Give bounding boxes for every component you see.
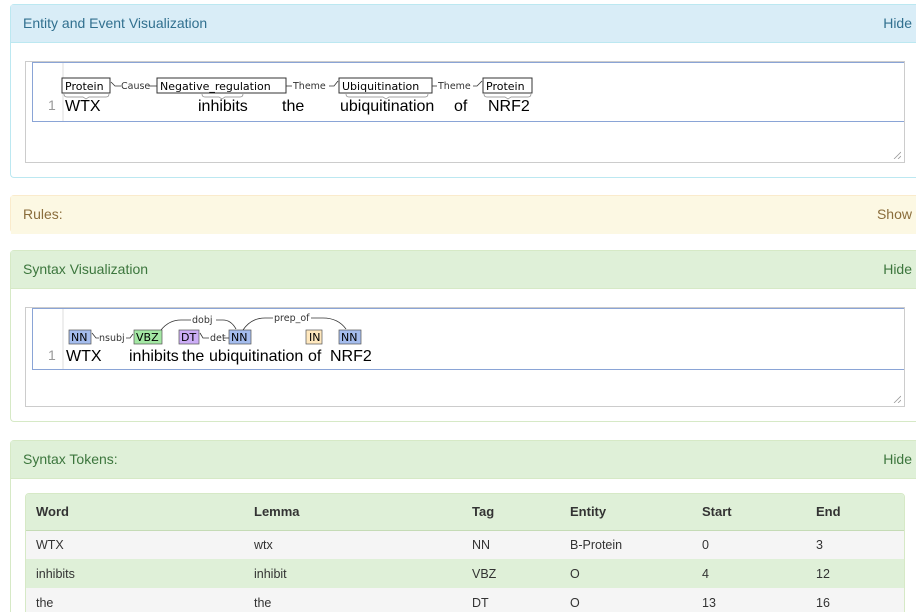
tokens-panel-title: Syntax Tokens: xyxy=(23,451,118,467)
tokens-panel-heading: Syntax Tokens: Hide xyxy=(11,441,916,479)
cell-lemma: wtx xyxy=(244,530,462,559)
entity-arc-cause-label[interactable]: Cause xyxy=(121,81,150,92)
tokens-table-header-row: Word Lemma Tag Entity Start End xyxy=(26,494,904,531)
tokens-table: Word Lemma Tag Entity Start End WTX wtx … xyxy=(26,494,904,612)
tag-label-in[interactable]: IN xyxy=(309,331,320,344)
entity-arc-theme-2-label[interactable]: Theme xyxy=(437,81,471,92)
entity-label-ubiquitination[interactable]: Ubiquitination xyxy=(342,80,419,93)
cell-word: the xyxy=(26,588,244,612)
cell-tag: DT xyxy=(462,588,560,612)
syntax-arc-dobj-right xyxy=(216,319,237,330)
syntax-resize-grip[interactable] xyxy=(893,395,901,403)
cell-start: 0 xyxy=(692,530,806,559)
cell-start: 4 xyxy=(692,559,806,588)
column-header-start[interactable]: Start xyxy=(692,494,806,531)
cell-entity: O xyxy=(560,559,692,588)
entity-brat-svg: 1 Protein Negative_regulation Ubiquitina… xyxy=(48,63,533,121)
syntax-brat-svg: 1 NN VBZ DT NN IN NN nsubj dobj det prep… xyxy=(48,309,372,369)
syntax-visualization-frame: 1 NN VBZ DT NN IN NN nsubj dobj det prep… xyxy=(32,308,904,370)
syntax-arc-nsubj-label[interactable]: nsubj xyxy=(99,333,125,344)
cell-start: 13 xyxy=(692,588,806,612)
syntax-token-ubiquitination: ubiquitination xyxy=(209,348,303,365)
cell-word: WTX xyxy=(26,530,244,559)
entity-resize-grip[interactable] xyxy=(893,151,901,159)
syntax-token-wtx: WTX xyxy=(66,348,102,365)
table-row: inhibits inhibit VBZ O 4 12 xyxy=(26,559,904,588)
entity-visualization-box[interactable]: 1 Protein Negative_regulation Ubiquitina… xyxy=(25,61,905,163)
entity-token-of: of xyxy=(454,98,468,115)
entity-visualization-panel: Entity and Event Visualization Hide 1 Pr… xyxy=(10,4,916,178)
table-row: WTX wtx NN B-Protein 0 3 xyxy=(26,530,904,559)
syntax-panel-hide-toggle[interactable]: Hide xyxy=(883,251,912,287)
cell-end: 16 xyxy=(806,588,904,612)
syntax-arc-det-label[interactable]: det xyxy=(210,333,226,344)
syntax-line-number: 1 xyxy=(48,347,56,363)
tag-label-nn-1[interactable]: NN xyxy=(71,331,87,344)
cell-end: 3 xyxy=(806,530,904,559)
table-row: the the DT O 13 16 xyxy=(26,588,904,612)
rules-panel: Rules: Show xyxy=(10,195,916,234)
syntax-arc-nsubj-head xyxy=(126,333,134,339)
syntax-arc-nsubj-line xyxy=(91,332,99,339)
tag-label-vbz[interactable]: VBZ xyxy=(136,331,159,344)
entity-arc-theme-1-head xyxy=(329,80,339,87)
entity-token-wtx: WTX xyxy=(65,98,101,115)
rules-panel-heading: Rules: Show xyxy=(11,196,916,234)
cell-end: 12 xyxy=(806,559,904,588)
entity-label-protein-2[interactable]: Protein xyxy=(486,80,525,93)
tokens-panel-hide-toggle[interactable]: Hide xyxy=(883,441,912,477)
column-header-tag[interactable]: Tag xyxy=(462,494,560,531)
rules-panel-title: Rules: xyxy=(23,206,63,222)
entity-label-negative-regulation[interactable]: Negative_regulation xyxy=(160,80,271,93)
syntax-visualization-panel: Syntax Visualization Hide 1 NN VBZ DT NN… xyxy=(10,250,916,422)
entity-panel-heading: Entity and Event Visualization Hide xyxy=(11,5,916,43)
entity-token-ubiquitination: ubiquitination xyxy=(340,98,434,115)
entity-arc-theme-1-label[interactable]: Theme xyxy=(292,81,326,92)
rules-panel-show-toggle[interactable]: Show xyxy=(877,196,912,232)
entity-arc-cause-line xyxy=(110,81,121,87)
syntax-arc-det-line xyxy=(199,332,209,339)
cell-tag: NN xyxy=(462,530,560,559)
syntax-token-of: of xyxy=(308,348,322,365)
syntax-token-the: the xyxy=(182,348,204,365)
entity-token-inhibits: inhibits xyxy=(198,98,248,115)
syntax-arc-dobj-label[interactable]: dobj xyxy=(192,315,213,326)
cell-tag: VBZ xyxy=(462,559,560,588)
syntax-arc-prep-right xyxy=(311,317,347,330)
tag-label-nn-3[interactable]: NN xyxy=(341,331,357,344)
cell-lemma: the xyxy=(244,588,462,612)
entity-token-the: the xyxy=(282,98,304,115)
entity-token-nrf2: NRF2 xyxy=(488,98,530,115)
syntax-token-nrf2: NRF2 xyxy=(330,348,372,365)
entity-line-number: 1 xyxy=(48,97,56,113)
cell-entity: B-Protein xyxy=(560,530,692,559)
syntax-arc-prep-left xyxy=(242,317,273,331)
column-header-end[interactable]: End xyxy=(806,494,904,531)
entity-label-protein-1[interactable]: Protein xyxy=(65,80,104,93)
entity-visualization-frame: 1 Protein Negative_regulation Ubiquitina… xyxy=(32,62,904,122)
entity-panel-hide-toggle[interactable]: Hide xyxy=(883,5,912,41)
syntax-arc-dobj-left xyxy=(160,319,191,331)
syntax-panel-title: Syntax Visualization xyxy=(23,261,149,277)
tag-label-dt[interactable]: DT xyxy=(181,331,196,344)
column-header-entity[interactable]: Entity xyxy=(560,494,692,531)
syntax-token-inhibits: inhibits xyxy=(129,348,179,365)
syntax-arc-prep-label[interactable]: prep_of xyxy=(274,313,310,324)
syntax-visualization-box[interactable]: 1 NN VBZ DT NN IN NN nsubj dobj det prep… xyxy=(25,307,905,407)
syntax-tokens-panel: Syntax Tokens: Hide Word Lemma Tag Entit… xyxy=(10,440,916,612)
column-header-lemma[interactable]: Lemma xyxy=(244,494,462,531)
syntax-panel-heading: Syntax Visualization Hide xyxy=(11,251,916,289)
tokens-table-wrapper: Word Lemma Tag Entity Start End WTX wtx … xyxy=(25,493,905,612)
tag-label-nn-2[interactable]: NN xyxy=(231,331,247,344)
cell-lemma: inhibit xyxy=(244,559,462,588)
entity-arc-theme-2-head xyxy=(473,80,483,87)
cell-entity: O xyxy=(560,588,692,612)
entity-panel-title: Entity and Event Visualization xyxy=(23,15,208,31)
column-header-word[interactable]: Word xyxy=(26,494,244,531)
cell-word: inhibits xyxy=(26,559,244,588)
